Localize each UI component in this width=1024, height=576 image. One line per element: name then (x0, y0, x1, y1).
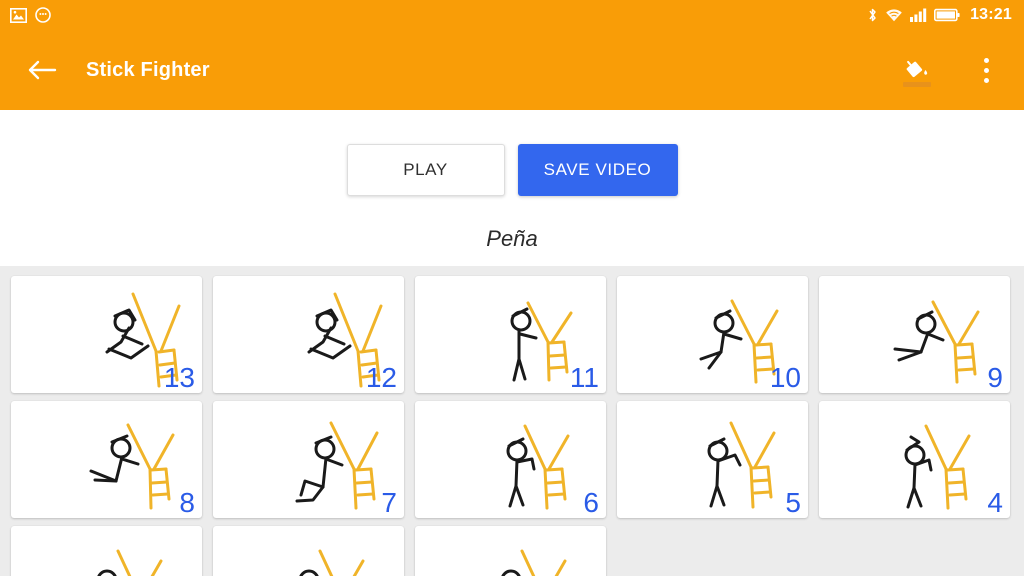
status-bar-right-icons: 13:21 (867, 6, 1012, 24)
circle-face-icon (35, 7, 51, 23)
frame-cell: 11 (415, 272, 617, 397)
frame-cell (11, 522, 213, 576)
frame-card[interactable]: 9 (819, 276, 1010, 393)
frame-thumbnail (893, 300, 980, 384)
frame-thumbnail (89, 423, 175, 510)
frame-thumbnail (707, 421, 776, 509)
frame-card[interactable]: 12 (213, 276, 404, 393)
frame-cell: 10 (617, 272, 819, 397)
app-bar-actions (900, 50, 1000, 90)
bluetooth-icon (869, 8, 876, 22)
frame-card[interactable]: 13 (11, 276, 202, 393)
frame-thumbnail (295, 421, 379, 510)
frame-cell: 8 (11, 397, 213, 522)
overflow-menu-icon (983, 77, 989, 83)
frame-grid-area[interactable]: 13 12 11 10 9 8 7 6 5 4 (0, 266, 1024, 576)
overflow-menu-icon (983, 57, 989, 63)
frame-number: 12 (365, 362, 397, 393)
frame-cell: 5 (617, 397, 819, 522)
app-bar: Stick Fighter (0, 30, 1024, 110)
frame-thumbnail (501, 549, 567, 576)
overflow-menu-icon (983, 67, 989, 73)
frame-cell: 13 (11, 272, 213, 397)
frame-cell: 12 (213, 272, 415, 397)
frame-number: 11 (569, 362, 599, 393)
frame-thumbnail (904, 424, 971, 510)
image-icon (10, 7, 27, 23)
wifi-icon (886, 8, 902, 21)
frame-cell (415, 522, 617, 576)
status-bar-left-icons (10, 7, 51, 23)
frame-card[interactable]: 8 (11, 401, 202, 518)
status-bar-clock: 13:21 (970, 6, 1012, 23)
play-button[interactable]: PLAY (346, 144, 505, 196)
frame-thumbnail (97, 549, 163, 576)
frame-grid: 13 12 11 10 9 8 7 6 5 4 (0, 272, 1024, 576)
frame-number: 10 (769, 362, 801, 393)
frame-number: 13 (163, 362, 195, 393)
frame-number: 7 (381, 487, 397, 518)
frame-card[interactable]: 6 (415, 401, 606, 518)
status-bar: 13:21 (0, 0, 1024, 30)
frame-cell: 4 (819, 397, 1021, 522)
back-button[interactable] (22, 50, 62, 90)
frame-card[interactable] (11, 526, 202, 576)
frame-card[interactable]: 11 (415, 276, 606, 393)
frame-cell: 6 (415, 397, 617, 522)
frame-card[interactable]: 7 (213, 401, 404, 518)
frame-card[interactable]: 4 (819, 401, 1010, 518)
action-button-row: PLAY SAVE VIDEO (346, 144, 678, 196)
back-arrow-icon (28, 60, 57, 80)
frame-number: 5 (785, 487, 801, 518)
signal-icon (910, 8, 927, 22)
save-video-button[interactable]: SAVE VIDEO (517, 144, 678, 196)
frame-number: 6 (583, 487, 599, 518)
app-screen: 13:21 Stick Fighter PLAY SAVE VIDEO Peña… (0, 0, 1024, 576)
overflow-menu-button[interactable] (972, 50, 1000, 90)
frame-thumbnail (299, 549, 365, 576)
frame-card[interactable]: 10 (617, 276, 808, 393)
frame-number: 9 (987, 362, 1003, 393)
frame-thumbnail (506, 424, 570, 510)
frame-cell: 7 (213, 397, 415, 522)
animation-title: Peña (486, 226, 538, 251)
battery-icon (934, 8, 960, 22)
frame-cell (213, 522, 415, 576)
frame-cell: 9 (819, 272, 1021, 397)
frame-card[interactable] (213, 526, 404, 576)
frame-number: 4 (987, 487, 1003, 518)
frame-number: 8 (179, 487, 195, 518)
fill-color-swatch (903, 82, 931, 87)
paint-bucket-icon (906, 60, 928, 78)
fill-color-button[interactable] (900, 50, 934, 90)
page-title: Stick Fighter (86, 58, 210, 81)
controls-panel: PLAY SAVE VIDEO Peña (0, 110, 1024, 272)
frame-card[interactable] (415, 526, 606, 576)
frame-card[interactable]: 5 (617, 401, 808, 518)
